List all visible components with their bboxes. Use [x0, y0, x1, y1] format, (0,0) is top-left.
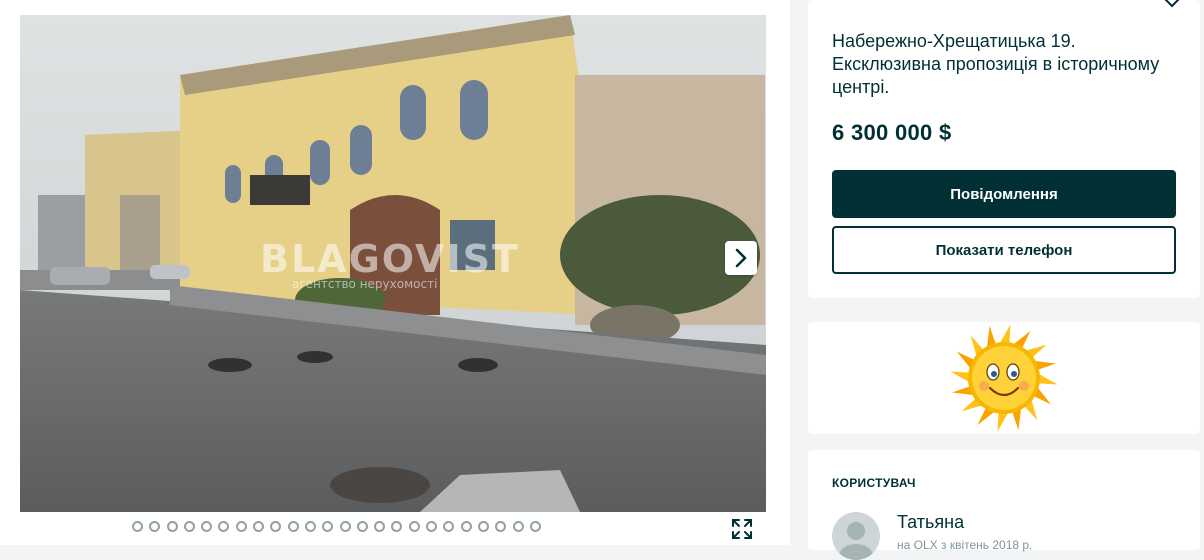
message-button[interactable]: Повідомлення — [832, 170, 1176, 218]
slide-dot[interactable] — [339, 521, 351, 532]
ad-banner[interactable] — [808, 322, 1200, 434]
slide-dot[interactable] — [235, 521, 247, 532]
show-phone-button[interactable]: Показати телефон — [832, 226, 1176, 274]
slide-dot[interactable] — [253, 521, 265, 532]
sun-smiley-image — [950, 324, 1058, 432]
slide-dot[interactable] — [322, 521, 334, 532]
slide-dot[interactable] — [149, 521, 161, 532]
slide-dot[interactable] — [304, 521, 316, 532]
offer-price: 6 300 000 $ — [832, 120, 952, 145]
slide-dot[interactable] — [201, 521, 213, 532]
offer-title: Набережно-Хрещатицька 19. Ексклюзивна пр… — [832, 31, 1160, 97]
next-photo-button[interactable] — [725, 241, 757, 275]
slide-dot[interactable] — [132, 521, 143, 532]
slide-dot[interactable] — [166, 521, 178, 532]
offer-card: Набережно-Хрещатицька 19. Ексклюзивна пр… — [808, 0, 1200, 298]
slide-dot[interactable] — [529, 521, 541, 532]
fullscreen-button[interactable] — [726, 513, 758, 545]
slide-dot[interactable] — [426, 521, 438, 532]
user-section-heading: Користувач — [832, 476, 916, 490]
user-name[interactable]: Татьяна — [897, 512, 964, 533]
photo-gallery: BLAGOVIST агентство нерухомості — [0, 0, 790, 545]
chevron-right-icon — [735, 248, 747, 268]
slide-dot[interactable] — [408, 521, 420, 532]
user-card: Користувач Татьяна на OLX з квітень 2018… — [808, 450, 1200, 560]
watermark: BLAGOVIST — [260, 237, 520, 281]
listing-photo[interactable]: BLAGOVIST агентство нерухомості — [20, 15, 766, 512]
slide-dot[interactable] — [374, 521, 386, 532]
slide-dot[interactable] — [495, 521, 507, 532]
slide-dot[interactable] — [218, 521, 230, 532]
slide-dot[interactable] — [460, 521, 472, 532]
slide-dot[interactable] — [183, 521, 195, 532]
slide-dot[interactable] — [287, 521, 299, 532]
avatar[interactable] — [832, 512, 880, 560]
slide-dot[interactable] — [391, 521, 403, 532]
expand-icon — [732, 519, 752, 539]
user-since: на OLX з квітень 2018 р. — [897, 538, 1033, 552]
slide-dot[interactable] — [512, 521, 524, 532]
user-avatar-icon — [839, 522, 873, 560]
slide-dot[interactable] — [356, 521, 368, 532]
slide-dots — [132, 521, 541, 532]
slide-dot[interactable] — [477, 521, 489, 532]
favorite-heart-icon[interactable] — [1160, 0, 1184, 13]
watermark-subtitle: агентство нерухомості — [292, 277, 438, 291]
slide-dot[interactable] — [443, 521, 455, 532]
slide-dot[interactable] — [270, 521, 282, 532]
